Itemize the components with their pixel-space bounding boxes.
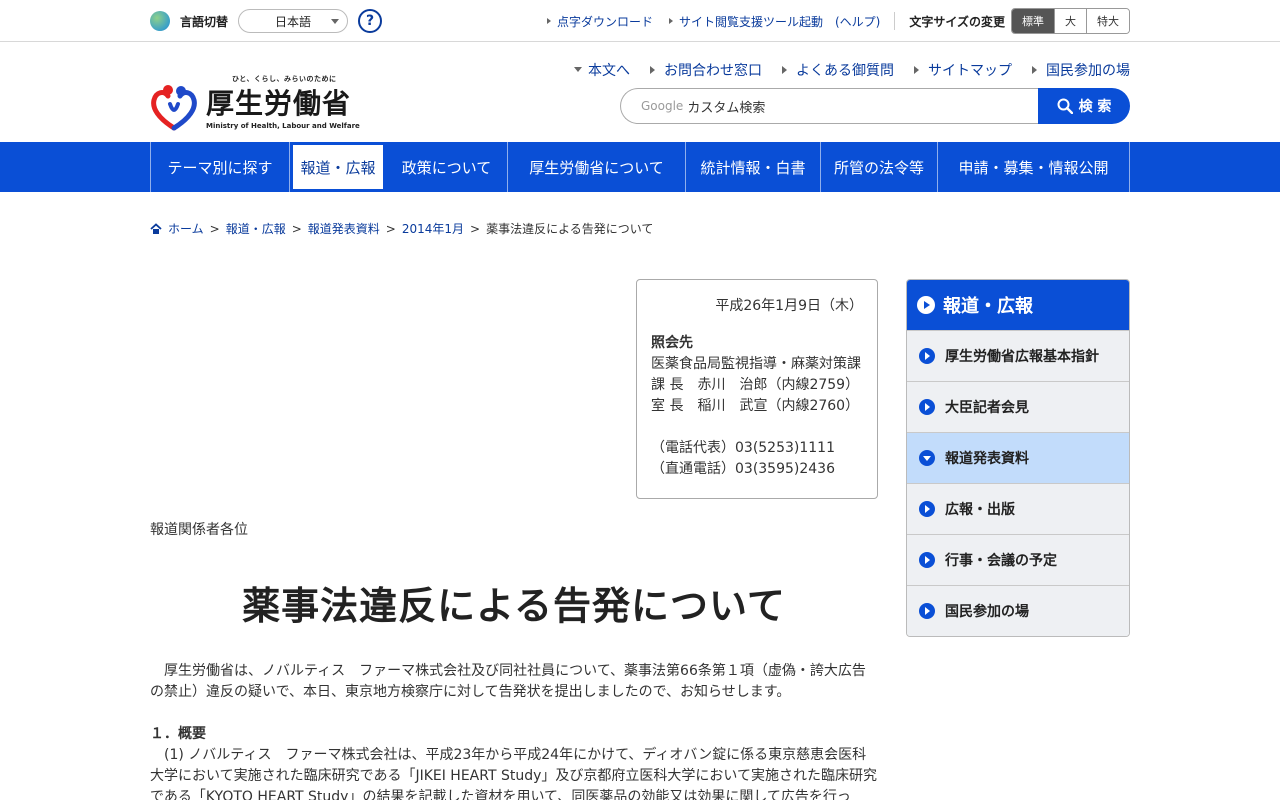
- chevron-right-icon: [917, 296, 935, 314]
- utility-bar: 言語切替 日本語 ? 点字ダウンロード サイト閲覧支援ツール起動 (ヘルプ) 文…: [0, 0, 1280, 42]
- contact-tel-direct: （直通電話）03(3595)2436: [651, 461, 835, 477]
- nav-about[interactable]: 厚生労働省について: [508, 142, 686, 192]
- nav-policy[interactable]: 政策について: [386, 142, 508, 192]
- search-placeholder: カスタム検索: [687, 100, 766, 116]
- side-nav-item-pr-guidelines[interactable]: 厚生労働省広報基本指針: [907, 330, 1129, 381]
- public-participation-link[interactable]: 国民参加の場: [1032, 60, 1130, 80]
- side-nav-item-press-conference[interactable]: 大臣記者会見: [907, 381, 1129, 432]
- globe-icon: [150, 11, 170, 31]
- release-date: 平成26年1月9日（木）: [715, 298, 863, 314]
- arrow-right-icon: [919, 348, 935, 364]
- contact-chief: 課 長 赤川 治郎（内線2759）: [651, 377, 860, 393]
- contact-department: 医薬食品局監視指導・麻薬対策課: [651, 356, 861, 372]
- language-select[interactable]: 日本語: [238, 9, 349, 33]
- side-nav-item-publications[interactable]: 広報・出版: [907, 483, 1129, 534]
- addressee: 報道関係者各位: [150, 522, 248, 538]
- arrow-right-icon: [919, 501, 935, 517]
- contact-box: 平成26年1月9日（木） 照会先 医薬食品局監視指導・麻薬対策課 課 長 赤川 …: [636, 279, 878, 499]
- accessibility-tool-link[interactable]: サイト閲覧支援ツール起動: [668, 13, 823, 30]
- search-input[interactable]: Google カスタム検索: [620, 88, 1038, 124]
- help-button[interactable]: ?: [358, 9, 383, 33]
- search-icon: [1057, 98, 1073, 114]
- side-nav-item-events[interactable]: 行事・会議の予定: [907, 534, 1129, 585]
- section-heading: １．概要: [150, 726, 206, 742]
- site-search: Google カスタム検索 検 索: [620, 88, 1130, 124]
- contact-office: 室 長 稲川 武宣（内線2760）: [651, 398, 860, 414]
- skip-to-content-link[interactable]: 本文へ: [574, 60, 630, 80]
- site-header: ひと、くらし、みらいのために 厚生労働省 Ministry of Health,…: [0, 42, 1280, 142]
- font-size-switcher: 標準 大 特大: [1011, 8, 1130, 34]
- global-nav: テーマ別に探す 報道・広報 政策について 厚生労働省について 統計情報・白書 所…: [0, 142, 1280, 192]
- side-nav-item-participation[interactable]: 国民参加の場: [907, 585, 1129, 636]
- arrow-right-icon: [919, 399, 935, 415]
- breadcrumb-press[interactable]: 報道・広報: [226, 220, 286, 237]
- breadcrumb-month[interactable]: 2014年1月: [402, 220, 464, 237]
- side-nav-header[interactable]: 報道・広報: [907, 280, 1129, 330]
- ministry-logo-icon: [151, 85, 197, 131]
- page-title: 薬事法違反による告発について: [242, 584, 786, 628]
- braille-download-link[interactable]: 点字ダウンロード: [546, 13, 653, 30]
- article-body: 厚生労働省は、ノバルティス ファーマ株式会社及び同社社員について、薬事法第66条…: [150, 661, 878, 800]
- nav-theme[interactable]: テーマ別に探す: [150, 142, 290, 192]
- site-logo[interactable]: ひと、くらし、みらいのために 厚生労働省 Ministry of Health,…: [150, 74, 360, 136]
- arrow-right-icon: [919, 603, 935, 619]
- font-size-standard-button[interactable]: 標準: [1012, 9, 1054, 33]
- font-size-large-button[interactable]: 大: [1054, 9, 1086, 33]
- help-link[interactable]: (ヘルプ): [835, 13, 880, 30]
- header-links: 本文へ お問合わせ窓口 よくある御質問 サイトマップ 国民参加の場: [554, 60, 1130, 80]
- logo-name: 厚生労働省: [206, 87, 352, 120]
- breadcrumb-current: 薬事法違反による告発について: [486, 222, 654, 236]
- sitemap-link[interactable]: サイトマップ: [914, 60, 1012, 80]
- divider: [894, 12, 896, 30]
- nav-statistics[interactable]: 統計情報・白書: [686, 142, 821, 192]
- contact-tel-main: （電話代表）03(5253)1111: [651, 440, 835, 456]
- font-size-label: 文字サイズの変更: [909, 14, 1005, 29]
- google-brand-text: Google: [641, 99, 684, 113]
- chevron-down-icon: [331, 19, 340, 24]
- side-nav: 報道・広報 厚生労働省広報基本指針 大臣記者会見 報道発表資料 広報・出版 行事…: [906, 279, 1130, 637]
- breadcrumb-press-releases[interactable]: 報道発表資料: [308, 220, 380, 237]
- faq-link[interactable]: よくある御質問: [782, 60, 894, 80]
- section-text: (1) ノバルティス ファーマ株式会社は、平成23年から平成24年にかけて、ディ…: [150, 747, 877, 800]
- utility-links: 点字ダウンロード サイト閲覧支援ツール起動 (ヘルプ) 文字サイズの変更 標準 …: [531, 8, 1130, 34]
- article-lead: 厚生労働省は、ノバルティス ファーマ株式会社及び同社社員について、薬事法第66条…: [150, 663, 866, 700]
- font-size-xlarge-button[interactable]: 特大: [1086, 9, 1129, 33]
- logo-english-name: Ministry of Health, Labour and Welfare: [206, 122, 360, 130]
- nav-press[interactable]: 報道・広報: [290, 142, 386, 192]
- home-icon: [150, 222, 162, 234]
- nav-laws[interactable]: 所管の法令等: [821, 142, 938, 192]
- contact-link[interactable]: お問合わせ窓口: [650, 60, 762, 80]
- breadcrumb-home[interactable]: ホーム: [168, 220, 204, 237]
- arrow-down-icon: [919, 450, 935, 466]
- nav-applications[interactable]: 申請・募集・情報公開: [938, 142, 1130, 192]
- side-nav-item-press-releases[interactable]: 報道発表資料: [907, 432, 1129, 483]
- search-button[interactable]: 検 索: [1038, 88, 1130, 124]
- contact-title: 照会先: [651, 335, 693, 351]
- breadcrumb: ホーム > 報道・広報 > 報道発表資料 > 2014年1月 > 薬事法違反によ…: [150, 220, 1130, 237]
- arrow-right-icon: [919, 552, 935, 568]
- language-label: 言語切替: [180, 14, 229, 29]
